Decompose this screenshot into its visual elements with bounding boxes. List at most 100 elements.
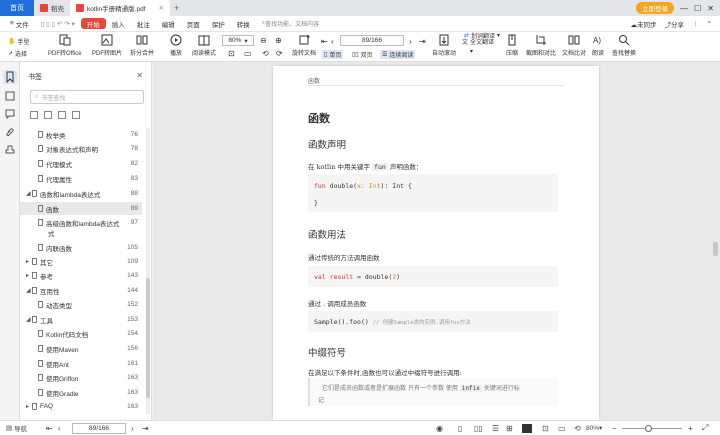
rotate-right-icon[interactable]: ⟳	[276, 49, 283, 58]
zoom-slider-thumb[interactable]	[645, 425, 652, 432]
menu-protect[interactable]: 保护	[206, 16, 231, 32]
maximize-icon[interactable]: ☐	[694, 4, 701, 13]
login-button[interactable]: 立即登录	[636, 2, 675, 14]
collapse-icon[interactable]: ⌃	[707, 20, 712, 28]
pdf-to-office-button[interactable]: PDF转Office	[48, 34, 82, 57]
more-icon[interactable]: ⋮	[692, 20, 699, 28]
panel-close-icon[interactable]: ✕	[136, 71, 143, 80]
comment-icon[interactable]	[5, 109, 15, 120]
bookmark-item[interactable]: Kotlin代码文档 154	[20, 327, 142, 340]
bookmark-panel-icon[interactable]	[3, 70, 17, 84]
bookmark-item[interactable]: 使用Gradle 163	[20, 386, 142, 399]
next-page-icon[interactable]: ›	[409, 37, 412, 46]
zoom-select[interactable]: 80% ▾	[222, 35, 254, 46]
bookmark-item[interactable]: 使用Ant 161	[20, 357, 142, 370]
translate-dropdown[interactable]: ▾	[470, 48, 473, 55]
first-page-icon[interactable]: ⇤	[46, 424, 53, 433]
double-view-icon[interactable]: ▯▯	[474, 424, 483, 433]
panel-scroll-thumb[interactable]	[146, 278, 150, 398]
menu-file[interactable]: ≡ 文件	[4, 16, 35, 32]
bookmark-item[interactable]: 高级函数和lambda表达式 97 式	[20, 216, 142, 238]
auto-scroll-button[interactable]: 自动滚动	[432, 34, 456, 57]
bookmark-item[interactable]: ▸ 其它 109	[20, 255, 142, 268]
minimize-icon[interactable]: —	[680, 4, 688, 13]
zoom-in-icon[interactable]: +	[688, 424, 693, 433]
menu-insert[interactable]: 插入	[106, 16, 131, 32]
prev-page-icon[interactable]: ‹	[331, 37, 334, 46]
first-page-icon[interactable]: ⇤	[321, 37, 328, 46]
bookmark-item[interactable]: 内联函数 105	[20, 241, 142, 254]
single-view-icon[interactable]: ▯	[458, 424, 462, 433]
expand-all-icon[interactable]	[30, 111, 38, 119]
share-button[interactable]: ⤴分享	[665, 19, 685, 29]
tab-docer[interactable]: 稻壳	[34, 0, 70, 16]
menu-convert[interactable]: 转换	[231, 16, 256, 32]
screenshot-compare-button[interactable]: 截图和对比	[526, 34, 556, 57]
cloud-sync[interactable]: ☁未同步	[631, 19, 657, 29]
bookmark-item[interactable]: 使用Maven 156	[20, 342, 142, 355]
last-page-icon[interactable]: ⇥	[419, 37, 426, 46]
fit-width-icon[interactable]: ⊡	[542, 424, 549, 433]
status-page-input[interactable]: 89/166	[72, 423, 126, 434]
zoom-out-icon[interactable]: ⊖	[260, 36, 267, 45]
rotate-icon[interactable]: ⟲	[574, 424, 581, 433]
pdf-to-image-button[interactable]: PDF转图片	[92, 34, 122, 57]
doc-compare-button[interactable]: 文档比对	[562, 34, 586, 57]
bookmark-item[interactable]: 对象表达式和声明 78	[20, 142, 142, 155]
fit-page-icon[interactable]: ▭	[244, 49, 252, 58]
page-number-input[interactable]: 89/166	[340, 35, 404, 46]
bookmark-item[interactable]: ◢ 函数和lambda表达式 88	[20, 187, 142, 200]
menu-annotate[interactable]: 批注	[131, 16, 156, 32]
fit-icon[interactable]: ⊞	[506, 424, 513, 433]
play-mode-icon[interactable]	[522, 423, 532, 433]
tab-home[interactable]: 首页	[0, 0, 34, 16]
play-button[interactable]: 播放	[170, 34, 182, 57]
split-merge-button[interactable]: 拆分合并	[130, 34, 154, 57]
bookmark-item[interactable]: 使用Griffon 163	[20, 371, 142, 384]
panel-scrollbar[interactable]	[146, 128, 150, 414]
single-page-button[interactable]: ▯ 单页	[322, 50, 344, 59]
bookmark-item[interactable]: ◢ 互用性 144	[20, 284, 142, 297]
word-translate-button[interactable]: ⇄ 划词翻译 ▾	[464, 31, 500, 40]
bookmark-item[interactable]: 代理属性 83	[20, 172, 142, 185]
select-tool[interactable]: ➚ 选择	[8, 49, 27, 58]
zoom-slider[interactable]	[622, 428, 682, 429]
close-icon[interactable]: ✕	[707, 4, 714, 13]
last-page-icon[interactable]: ⇥	[142, 424, 149, 433]
rotate-doc-button[interactable]: 旋转文档	[292, 34, 316, 57]
quick-tools[interactable]: ▯ ▯ ▯ ↶ ↷ ▾	[35, 16, 81, 32]
new-tab-icon[interactable]: +	[174, 3, 179, 13]
zoom-level[interactable]: 80% ▾	[586, 424, 602, 433]
fit-width-icon[interactable]: ⊡	[228, 49, 235, 58]
stamp-icon[interactable]	[5, 145, 15, 155]
menu-start[interactable]: 开始	[80, 18, 106, 29]
prev-page-icon[interactable]: ‹	[58, 424, 61, 433]
read-mode-button[interactable]: 阅读模式	[192, 34, 216, 57]
bookmark-item[interactable]: 函数 89	[20, 202, 142, 215]
bookmark-search-input[interactable]: ⌕ 书签查找	[30, 90, 144, 104]
bookmark-item[interactable]: 代理模式 82	[20, 157, 142, 170]
compress-button[interactable]: 压缩	[506, 34, 518, 57]
rotate-left-icon[interactable]: ⟲	[262, 49, 269, 58]
tab-pdf[interactable]: kotlin手册精通版.pdf ✕	[70, 0, 170, 16]
delete-bookmark-icon[interactable]	[72, 111, 80, 119]
bookmark-item[interactable]: ◢ 工具 153	[20, 313, 142, 326]
continuous-read-button[interactable]: ☰ 连续阅读	[380, 50, 416, 59]
function-search[interactable]: ⌕ 查找功能、文档内容	[262, 19, 319, 28]
add-bookmark-icon[interactable]	[58, 111, 66, 119]
continuous-view-icon[interactable]: ☰	[492, 424, 499, 433]
fullscreen-icon[interactable]: ⤢	[702, 423, 708, 433]
menu-edit[interactable]: 编辑	[156, 16, 181, 32]
menu-page[interactable]: 页面	[181, 16, 206, 32]
zoom-out-icon[interactable]: −	[612, 424, 617, 433]
bookmark-item[interactable]: ▸ 参考 143	[20, 269, 142, 282]
attachment-icon[interactable]	[5, 127, 15, 137]
close-tab-icon[interactable]: ✕	[159, 4, 164, 12]
bookmark-item[interactable]: ▸ FAQ 163	[20, 400, 142, 413]
zoom-in-icon[interactable]: ⊕	[275, 36, 282, 45]
double-page-button[interactable]: ▯▯ 双页	[352, 50, 373, 59]
next-page-icon[interactable]: ›	[131, 424, 134, 433]
collapse-all-icon[interactable]	[44, 111, 52, 119]
fit-page-icon[interactable]: ▭	[558, 424, 566, 433]
bookmark-item[interactable]: 动态类型 152	[20, 298, 142, 311]
